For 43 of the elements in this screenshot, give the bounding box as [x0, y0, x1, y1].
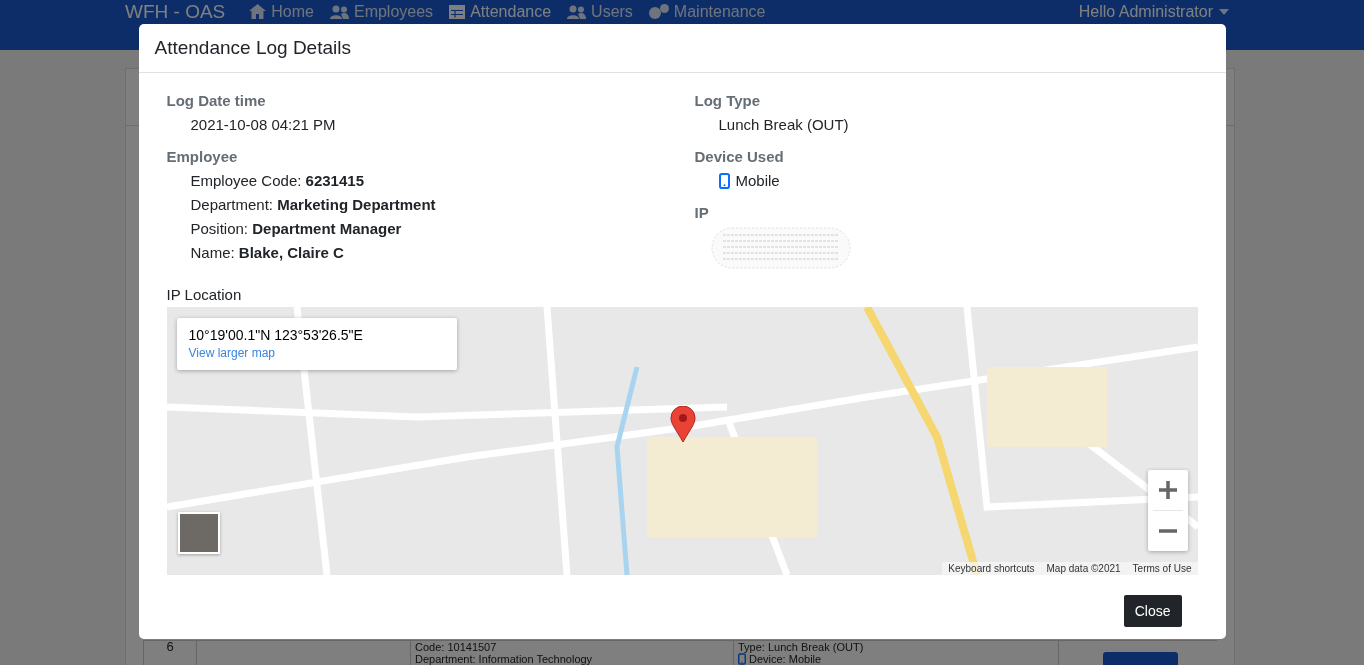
nav-link[interactable]: Home — [249, 2, 314, 21]
table-icon — [449, 4, 466, 19]
people-icon — [567, 4, 587, 19]
mobile-phone-icon — [738, 653, 746, 665]
plus-icon — [1158, 481, 1177, 499]
employee-detail-text: Employee Code: 6231415 — [190, 171, 365, 191]
field-label: Device Used — [694, 147, 785, 167]
employee-detail-text: Name: Blake, Claire C — [190, 243, 345, 263]
caret-icon — [1219, 8, 1229, 15]
row-number: 6 — [166, 639, 174, 654]
field-value: 2021-10-08 04:21 PM — [190, 115, 336, 135]
field-value: Lunch Break (OUT) — [718, 115, 849, 135]
employee-detail-text: Position: Department Manager — [190, 219, 403, 239]
nav-link[interactable]: Attendance — [449, 2, 552, 21]
field-label: IP Location — [166, 285, 243, 305]
nav-link[interactable]: Employees — [329, 2, 434, 21]
field-value: Mobile — [735, 171, 780, 191]
nav-link[interactable]: Maintenance — [648, 2, 766, 21]
map-pin-icon — [669, 406, 696, 443]
brand-title[interactable]: WFH - OAS — [125, 2, 226, 22]
field-label: Log Date time — [166, 91, 267, 111]
log-info-text: Device: Mobile — [749, 653, 822, 665]
map-footer-link[interactable]: Keyboard shortcuts — [942, 562, 1041, 575]
satellite-toggle-thumbnail[interactable] — [177, 512, 220, 554]
log-info-text: Type: Lunch Break (OUT) — [738, 641, 864, 653]
field-label: IP — [694, 203, 710, 223]
user-menu[interactable]: Hello Administrator — [1078, 2, 1229, 21]
nav-link[interactable]: Users — [567, 2, 633, 21]
employee-info-text: Department: Information Technology — [415, 653, 593, 665]
employee-info-text: Code: 10141507 — [415, 641, 497, 653]
view-larger-map-link[interactable]: View larger map — [188, 346, 445, 360]
people-icon — [329, 4, 349, 19]
field-label: Log Type — [694, 91, 762, 111]
map-footer-link[interactable]: Map data ©2021 — [1040, 562, 1127, 575]
map-footer-link[interactable]: Terms of Use — [1126, 562, 1198, 575]
field-label: Employee — [166, 147, 239, 167]
minus-icon — [1158, 529, 1177, 533]
employee-detail-text: Department: Marketing Department — [190, 195, 437, 215]
mobile-phone-icon — [718, 173, 730, 189]
modal-title: Attendance Log Details — [154, 36, 352, 60]
coordinates-text: 10°19'00.1"N 123°53'26.5"E — [188, 327, 364, 343]
home-icon — [249, 4, 267, 19]
close-button[interactable]: Close — [1123, 595, 1182, 627]
